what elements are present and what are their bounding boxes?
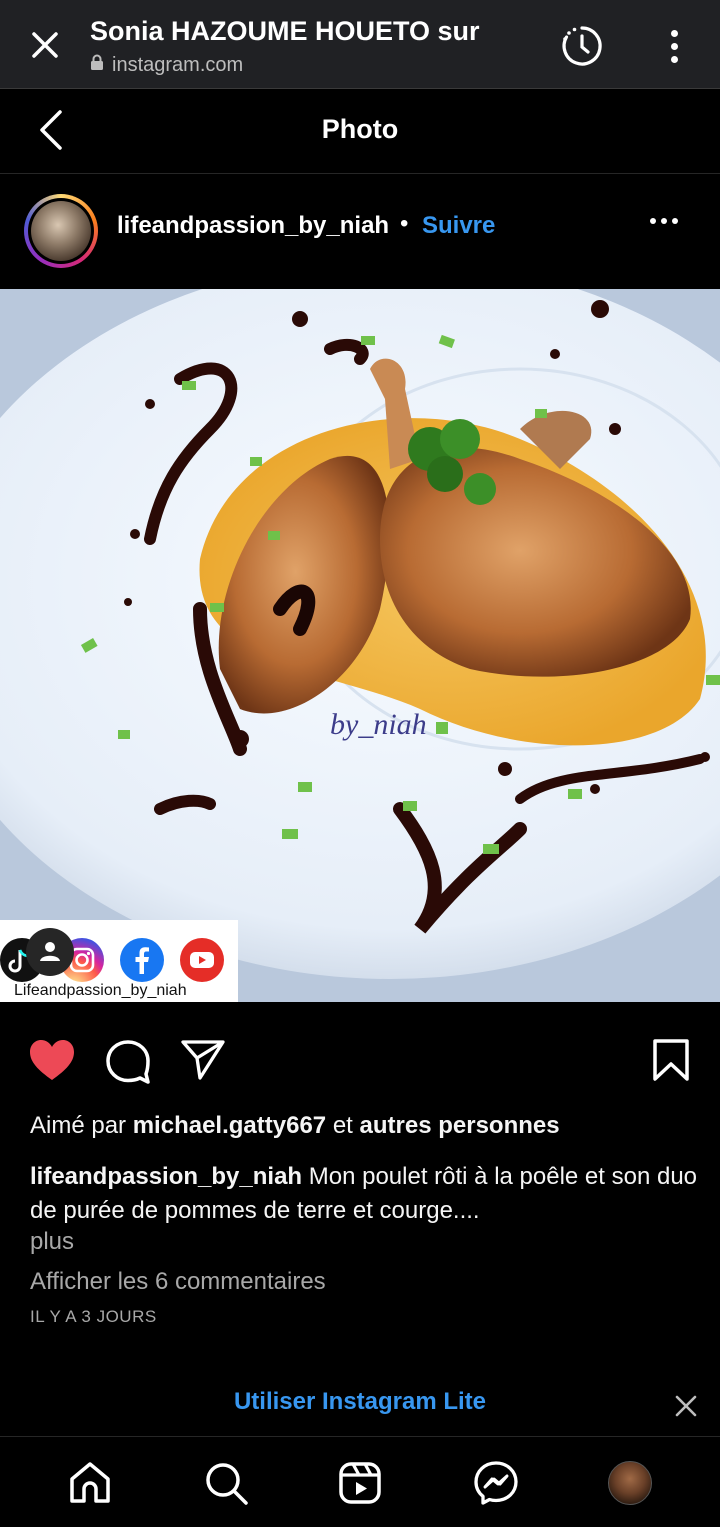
photo-watermark: by_niah xyxy=(330,708,427,741)
use-lite-link[interactable]: Utiliser Instagram Lite xyxy=(0,1388,720,1416)
facebook-icon xyxy=(120,938,164,982)
post-caption: lifeandpassion_by_niah Mon poulet rôti à… xyxy=(30,1160,700,1228)
avatar[interactable] xyxy=(24,194,98,268)
caption-username[interactable]: lifeandpassion_by_niah xyxy=(30,1163,302,1190)
more-horiz-icon[interactable] xyxy=(650,218,678,224)
post-actions xyxy=(0,1002,720,1102)
close-icon[interactable] xyxy=(672,1392,700,1420)
likes-others[interactable]: autres personnes xyxy=(360,1112,560,1139)
bookmark-icon[interactable] xyxy=(650,1038,692,1082)
heart-icon[interactable] xyxy=(28,1038,76,1084)
browser-page-title: Sonia HAZOUME HOUETO sur xyxy=(90,16,480,46)
profile-avatar[interactable] xyxy=(608,1461,652,1505)
page-header: Photo xyxy=(0,90,720,174)
social-strip: Lifeandpassion_by_niah xyxy=(0,920,238,1002)
messenger-icon[interactable] xyxy=(472,1459,520,1507)
more-vert-icon[interactable] xyxy=(660,24,688,68)
lite-banner: Utiliser Instagram Lite xyxy=(0,1366,720,1436)
post-timestamp: IL Y A 3 JOURS xyxy=(30,1307,157,1326)
browser-url-text: instagram.com xyxy=(112,54,244,76)
page-title: Photo xyxy=(321,114,399,144)
close-icon[interactable] xyxy=(24,24,66,66)
search-icon[interactable] xyxy=(202,1459,250,1507)
likes-middle: et xyxy=(332,1112,353,1139)
likes-prefix: Aimé par xyxy=(30,1112,127,1139)
paper-plane-icon[interactable] xyxy=(180,1038,226,1082)
browser-url[interactable]: instagram.com xyxy=(90,54,243,77)
reels-icon[interactable] xyxy=(336,1459,384,1507)
social-strip-text: Lifeandpassion_by_niah xyxy=(14,982,187,999)
browser-toolbar: Sonia HAZOUME HOUETO sur instagram.com xyxy=(0,0,720,89)
history-icon[interactable] xyxy=(558,22,606,70)
likes-user[interactable]: michael.gatty667 xyxy=(133,1112,326,1139)
post-username[interactable]: lifeandpassion_by_niah xyxy=(117,212,389,240)
view-comments-link[interactable]: Afficher les 6 commentaires xyxy=(30,1268,326,1296)
follow-button[interactable]: Suivre xyxy=(422,212,495,240)
post-photo[interactable]: by_niah Lifeandpassion_by_niah xyxy=(0,289,720,1002)
caption-more-link[interactable]: plus xyxy=(30,1228,74,1256)
separator-dot: • xyxy=(400,210,409,237)
lock-icon xyxy=(90,54,104,77)
comment-icon[interactable] xyxy=(104,1038,152,1084)
home-icon[interactable] xyxy=(66,1459,114,1507)
youtube-icon xyxy=(180,938,224,982)
user-tag-icon[interactable] xyxy=(26,928,74,976)
post-header: lifeandpassion_by_niah • Suivre xyxy=(0,174,720,288)
likes-summary[interactable]: Aimé par michael.gatty667 et autres pers… xyxy=(30,1112,560,1140)
bottom-nav xyxy=(0,1436,720,1527)
